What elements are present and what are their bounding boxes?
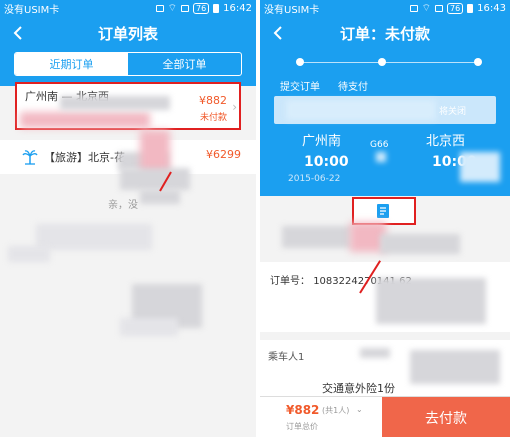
step-submit: 提交订单 [280,82,320,93]
document-icon [377,204,389,218]
order-list-screen: 没有USIM卡 ⌔ 76 16:42 订单列表 近期订单 全部订单 广州南 — … [0,0,256,437]
battery-level: 76 [446,2,464,14]
redaction [36,224,152,250]
total-price: ¥882 [286,403,320,417]
redaction [410,350,500,384]
palm-tree-icon [22,150,38,165]
redaction [376,278,486,324]
back-arrow-icon[interactable] [10,24,28,42]
to-station: 北京西 [426,134,466,149]
total-label: 订单总价 [286,422,318,431]
back-arrow-icon[interactable] [270,24,288,42]
battery-icon [467,3,474,13]
order-status: 未付款 [199,113,227,123]
empty-hint: 亲，没 [108,200,138,211]
signal-icon [180,4,189,12]
travel-price: ¥6299 [206,148,241,161]
chevron-down-icon[interactable]: ⌄ [356,405,363,414]
redaction [120,318,178,336]
order-detail-screen: 没有USIM卡 ⌔ 76 16:43 订单：未付款 提交订单 待支付 将关闭 广… [260,0,510,437]
chevron-right-icon: › [232,100,237,114]
page-title: 订单：未付款 [339,24,430,43]
insurance-label: 交通意外险1份 [322,382,395,395]
passenger-label: 乘车人1 [268,352,305,363]
redaction [140,190,180,204]
title-bar: 订单列表 [0,16,256,50]
notification-icon [155,4,164,12]
battery-icon [213,3,220,13]
status-bar: 没有USIM卡 ⌔ 76 16:42 [0,0,256,16]
passenger-count: (共1人) [322,406,350,415]
clock: 16:42 [223,2,252,14]
progress-dot [296,58,304,66]
signal-icon [434,4,443,12]
redaction [20,112,150,128]
train-number: G66 [370,140,389,150]
progress-dot [474,58,482,66]
step-pending-pay: 待支付 [338,82,368,93]
payment-bar: ¥882 (共1人) ⌄ 订单总价 去付款 [260,396,510,437]
progress-line [300,62,478,63]
trip-date: 2015-06-22 [288,174,341,184]
redaction [376,152,386,162]
progress-dot [378,58,386,66]
ticket-details-button[interactable] [352,197,416,225]
carrier-label: 没有USIM卡 [4,4,60,16]
redaction [286,100,436,120]
carrier-label: 没有USIM卡 [264,4,320,16]
depart-time: 10:00 [304,154,349,170]
wifi-icon: ⌔ [167,2,177,14]
tab-all-orders[interactable]: 全部订单 [128,53,241,75]
clock: 16:43 [477,2,506,14]
redaction [120,168,190,190]
redaction [282,226,352,248]
page-title: 订单列表 [97,24,158,43]
travel-title: 【旅游】北京-花 [44,151,125,164]
pay-button[interactable]: 去付款 [382,397,510,437]
redaction [8,246,50,262]
wifi-icon: ⌔ [421,2,431,14]
redaction [60,96,170,110]
battery-level: 76 [192,2,210,14]
redaction [360,348,390,358]
redaction [380,234,460,254]
status-bar: 没有USIM卡 ⌔ 76 16:43 [260,0,510,16]
order-price: ¥882 [199,94,227,107]
redaction [460,152,500,182]
tab-recent-orders[interactable]: 近期订单 [15,53,128,75]
from-station: 广州南 [302,134,342,149]
close-hint: 将关闭 [438,107,466,117]
notification-icon [409,4,418,12]
order-tabs: 近期订单 全部订单 [14,52,242,76]
